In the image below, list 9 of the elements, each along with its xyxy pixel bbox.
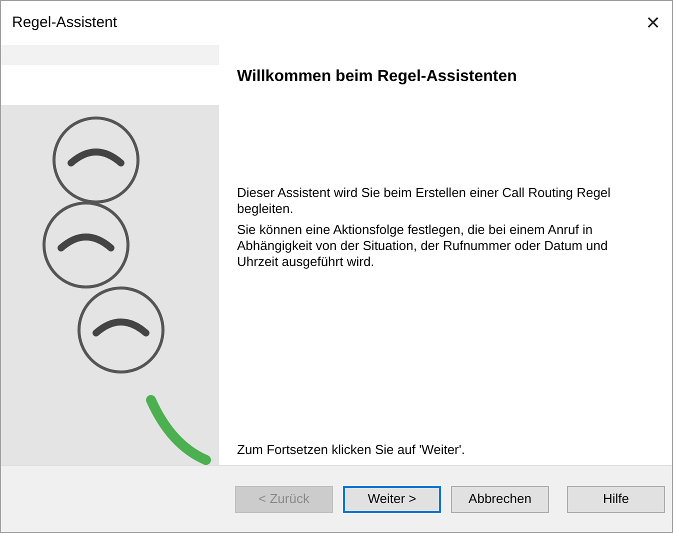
continue-hint: Zum Fortsetzen klicken Sie auf 'Weiter'.: [237, 440, 466, 458]
close-button[interactable]: ✕: [640, 10, 666, 36]
window-title: Regel-Assistent: [12, 12, 118, 33]
wizard-button[interactable]: Hilfe: [567, 486, 665, 512]
description-text: Dieser Assistent wird Sie beim Erstellen einer Call Routing Regel begleiten.: [237, 185, 612, 217]
description-text: Sie können eine Aktionsfolge festlegen, die bei einem Anruf in Abhängigkeit von der Situation, der Rufnummer oder Datum und Uhrzeit ausgeführt wird.: [237, 222, 609, 270]
wizard-button[interactable]: Weiter >: [343, 486, 441, 512]
wizard-heading: Willkommen beim Regel-Assistenten: [237, 67, 518, 87]
wizard-button[interactable]: Abbrechen: [451, 486, 549, 512]
